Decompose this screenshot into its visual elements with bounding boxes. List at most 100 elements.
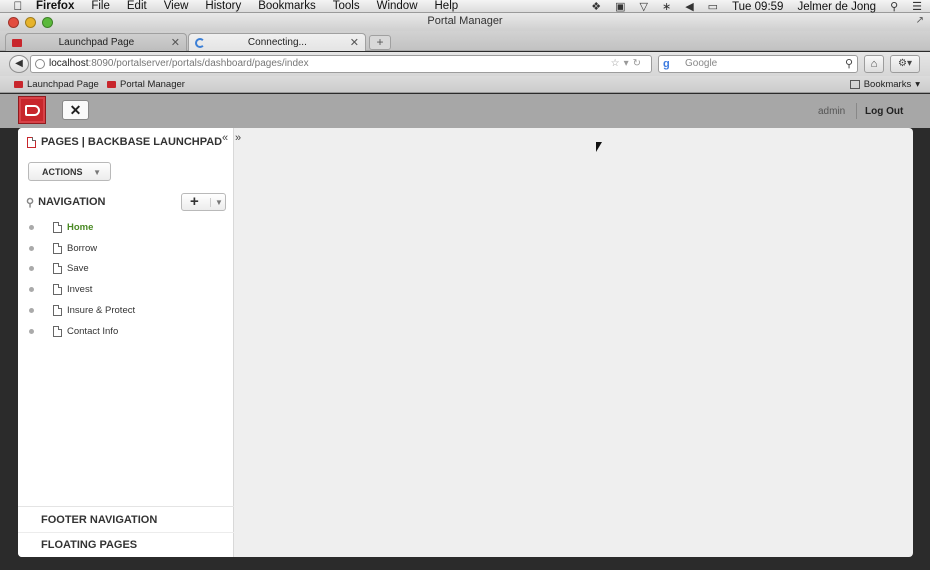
bookmark-portal-manager[interactable]: Portal Manager [107,79,185,90]
menu-view[interactable]: View [164,0,189,13]
close-tab-icon[interactable]: ✕ [171,36,180,49]
page-icon [53,221,62,233]
menu-tools[interactable]: Tools [333,0,360,13]
expand-sidebar-icon[interactable]: » [235,132,241,144]
menu-app[interactable]: Firefox [36,0,74,13]
bookmark-label: Launchpad Page [27,79,99,90]
floating-pages-section[interactable]: FLOATING PAGES [18,532,234,557]
backbase-logo[interactable] [18,96,46,124]
url-history-dropdown-icon[interactable]: ▾ [624,58,633,69]
backbase-favicon-icon [14,81,23,88]
dropbox-icon[interactable]: ❖ [591,0,601,13]
bookmarks-menu-label: Bookmarks [863,79,912,90]
clock[interactable]: Tue 09:59 [732,1,783,13]
page-tree: Home Borrow Save Invest Insure & Protect… [26,217,135,342]
back-button[interactable]: ◀ [9,55,29,73]
tab-connecting[interactable]: Connecting... ✕ [188,33,366,51]
actions-button[interactable]: ACTIONS ▼ [28,162,111,181]
navigation-section: ⚲ NAVIGATION + ▼ Home Borrow Save Invest… [26,193,226,337]
menu-edit[interactable]: Edit [127,0,147,13]
chevron-down-icon: ▼ [93,168,101,177]
window-title: Portal Manager [427,15,503,27]
plus-icon: + [190,193,199,210]
sidebar-title: PAGES | BACKBASE LAUNCHPAD [27,136,222,148]
chevron-down-icon: ▾ [915,79,920,90]
search-field[interactable]: g Google ⚲ [658,55,858,73]
bookmark-label: Portal Manager [120,79,185,90]
os-menubar:  Firefox File Edit View History Bookmar… [0,0,930,13]
nav-item-label: Insure & Protect [67,305,136,317]
actions-label: ACTIONS [42,166,83,177]
nav-item-label: Save [67,263,89,275]
search-placeholder: Google [685,58,718,69]
fullscreen-icon[interactable]: ↗ [916,15,924,26]
nav-toolbar: ◀ localhost:8090/portalserver/portals/da… [0,52,930,76]
nav-item-label: Home [67,221,94,233]
tree-dot-icon [29,245,34,251]
pages-sidebar: PAGES | BACKBASE LAUNCHPAD « » ACTIONS ▼… [18,128,241,557]
tree-dot-icon [29,266,34,272]
apple-icon[interactable]:  [0,0,36,13]
battery-icon[interactable]: ▭ [708,0,718,13]
menu-bookmarks[interactable]: Bookmarks [258,0,316,13]
bookmark-star-icon[interactable]: ☆ [611,58,624,69]
chevron-down-icon[interactable]: ▼ [210,198,223,207]
close-button[interactable]: ✕ [62,100,89,120]
new-tab-button[interactable]: + [369,35,391,50]
url-bar[interactable]: localhost:8090/portalserver/portals/dash… [30,55,652,73]
menu-file[interactable]: File [91,0,110,13]
sidebar-footer: FOOTER NAVIGATION FLOATING PAGES [18,506,234,557]
nav-item-invest[interactable]: Invest [26,279,135,300]
nav-item-home[interactable]: Home [26,217,135,238]
tree-dot-icon [29,308,34,314]
menu-window[interactable]: Window [377,0,418,13]
home-button[interactable]: ⌂ [864,55,884,73]
tab-label: Connecting... [247,37,307,48]
tab-launchpad-page[interactable]: Launchpad Page ✕ [5,33,187,51]
battery-indicator-icon[interactable]: ▣ [615,0,625,13]
bookmarks-icon [849,80,860,89]
current-user: admin [818,106,846,117]
logout-link[interactable]: Log Out [865,106,903,117]
bookmarks-bar: Launchpad Page Portal Manager Bookmarks … [0,76,930,93]
spotlight-icon[interactable]: ⚲ [890,0,898,13]
volume-icon[interactable]: ◀ [685,0,693,13]
page-icon [53,284,62,296]
bookmark-launchpad-page[interactable]: Launchpad Page [14,79,99,90]
search-icon[interactable]: ⚲ [26,196,34,209]
nav-item-label: Contact Info [67,325,119,337]
footer-navigation-section[interactable]: FOOTER NAVIGATION [18,507,234,532]
notifications-icon[interactable]: ☰ [912,0,922,13]
window-titlebar: Portal Manager ↗ [0,13,930,31]
backbase-favicon-icon [107,81,116,88]
navigation-label: NAVIGATION [38,196,106,208]
nav-item-borrow[interactable]: Borrow [26,238,135,259]
globe-icon [35,59,45,69]
nav-item-save[interactable]: Save [26,259,135,280]
menu-help[interactable]: Help [435,0,459,13]
menu-history[interactable]: History [205,0,241,13]
tree-dot-icon [29,287,34,293]
bluetooth-icon[interactable]: ∗ [662,0,671,13]
collapse-sidebar-icon[interactable]: « [222,132,228,144]
sidebar-title-text: PAGES | BACKBASE LAUNCHPAD [41,136,223,148]
nav-item-label: Borrow [67,242,98,254]
nav-item-insure-protect[interactable]: Insure & Protect [26,300,135,321]
divider [856,103,857,119]
portal-header: ✕ admin Log Out [0,94,930,128]
wifi-icon[interactable]: ▽ [640,0,648,13]
tools-button[interactable]: ⚙▾ [890,55,920,73]
page-icon [53,263,62,275]
backbase-favicon-icon [12,38,22,47]
bookmarks-menu-button[interactable]: Bookmarks ▾ [849,79,920,90]
close-tab-icon[interactable]: ✕ [350,36,359,49]
add-page-button[interactable]: + ▼ [181,193,226,211]
reload-icon[interactable]: ↻ [633,58,645,69]
nav-item-contact-info[interactable]: Contact Info [26,321,135,342]
google-icon[interactable]: g [663,58,675,70]
user-name[interactable]: Jelmer de Jong [797,1,876,13]
tree-dot-icon [29,224,34,230]
url-host: localhost [49,58,89,69]
nav-item-label: Invest [67,284,93,296]
search-icon[interactable]: ⚲ [845,56,853,72]
